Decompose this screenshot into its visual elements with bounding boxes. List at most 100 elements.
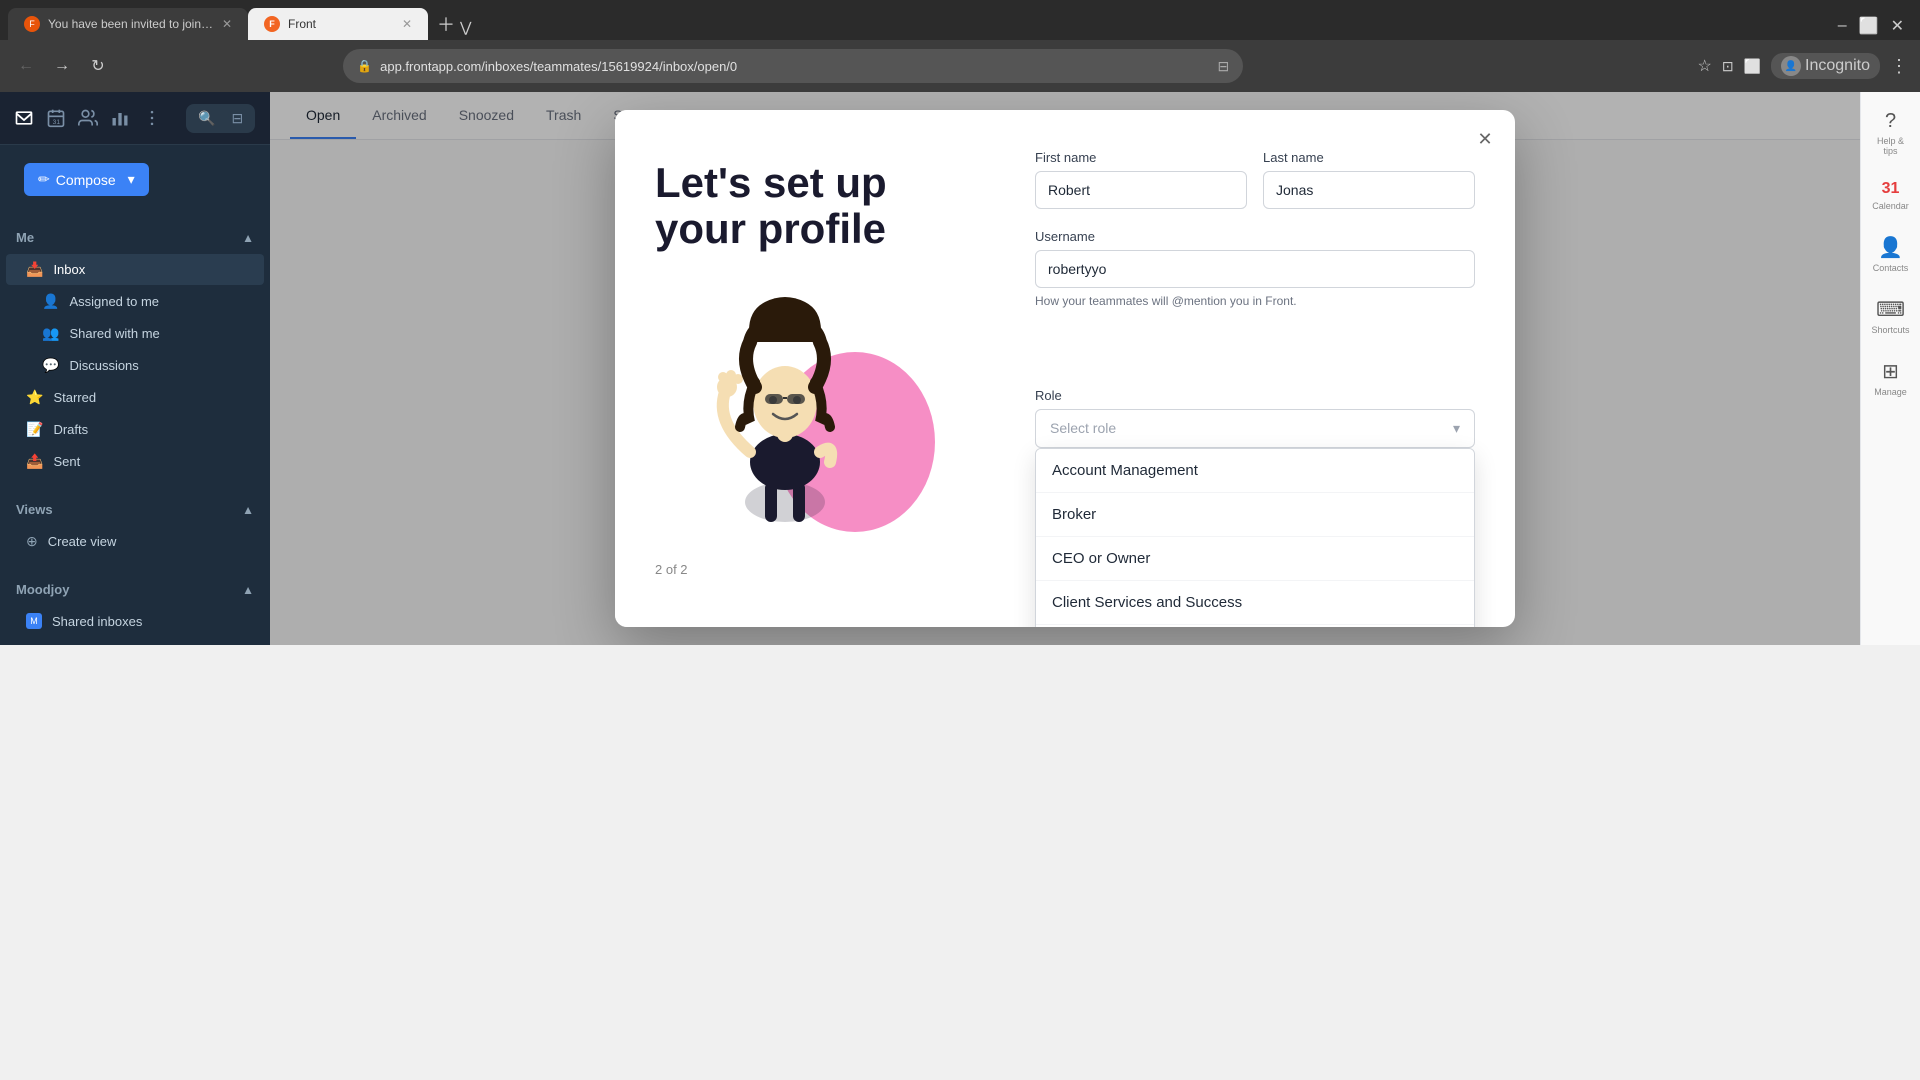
shared-icon: 👥 bbox=[42, 325, 59, 342]
manage-icon: ⊞ bbox=[1882, 359, 1899, 384]
browser-tab-2[interactable]: F Front ✕ bbox=[248, 8, 428, 40]
moodjoy-section-toggle[interactable]: ▲ bbox=[242, 583, 254, 597]
moodjoy-section-title: Moodjoy bbox=[16, 582, 69, 597]
menu-icon[interactable]: ⋮ bbox=[1890, 56, 1908, 77]
role-option-client-services[interactable]: Client Services and Success bbox=[1036, 581, 1474, 625]
assigned-icon: 👤 bbox=[42, 293, 59, 310]
starred-label: Starred bbox=[53, 390, 96, 405]
me-section-header[interactable]: Me ▲ bbox=[0, 222, 270, 253]
sidebar-item-shared-inboxes[interactable]: M Shared inboxes bbox=[6, 606, 264, 636]
calendar-icon: 31 bbox=[1882, 180, 1900, 198]
views-section-title: Views bbox=[16, 502, 53, 517]
last-name-group: Last name bbox=[1263, 150, 1475, 209]
people-app-icon[interactable] bbox=[78, 102, 98, 134]
more-app-icon[interactable] bbox=[142, 102, 162, 134]
browser-tabs: F You have been invited to join Fro... ✕… bbox=[0, 0, 1920, 40]
discussions-label: Discussions bbox=[69, 358, 138, 373]
sidebar-item-sent[interactable]: 📤 Sent bbox=[6, 446, 264, 477]
role-option-broker[interactable]: Broker bbox=[1036, 493, 1474, 537]
calendar-label: Calendar bbox=[1872, 201, 1909, 211]
modal-close-button[interactable]: ✕ bbox=[1471, 126, 1499, 154]
role-option-account-management[interactable]: Account Management bbox=[1036, 449, 1474, 493]
search-bar[interactable]: 🔍 ⊟ bbox=[186, 104, 255, 133]
right-panel-help[interactable]: ? Help & tips bbox=[1865, 102, 1917, 164]
starred-icon: ⭐ bbox=[26, 389, 43, 406]
modal-title: Let's set up your profile bbox=[655, 160, 955, 252]
back-button[interactable]: ← bbox=[12, 52, 40, 80]
address-bar[interactable]: 🔒 app.frontapp.com/inboxes/teammates/156… bbox=[343, 49, 1243, 83]
create-view-icon: ⊕ bbox=[26, 533, 38, 550]
right-panel-manage[interactable]: ⊞ Manage bbox=[1865, 351, 1917, 405]
role-select-wrapper: Select role ▾ Account Management Broker … bbox=[1035, 409, 1475, 448]
assigned-label: Assigned to me bbox=[69, 294, 159, 309]
views-section-header[interactable]: Views ▲ bbox=[0, 494, 270, 525]
sidebar-item-create-view[interactable]: ⊕ Create view bbox=[6, 526, 264, 557]
sidebar-item-discussions[interactable]: 💬 Discussions bbox=[6, 350, 264, 381]
username-group: Username How your teammates will @mentio… bbox=[1035, 229, 1475, 368]
bookmark-icon[interactable]: ☆ bbox=[1698, 56, 1712, 76]
first-name-label: First name bbox=[1035, 150, 1247, 165]
browser-tab-1[interactable]: F You have been invited to join Fro... ✕ bbox=[8, 8, 248, 40]
search-filter-icon[interactable]: ⊟ bbox=[231, 110, 243, 127]
username-input[interactable] bbox=[1035, 250, 1475, 288]
sidebar-item-shared[interactable]: 👥 Shared with me bbox=[6, 318, 264, 349]
close-button[interactable]: ✕ bbox=[1891, 16, 1904, 36]
discussions-icon: 💬 bbox=[42, 357, 59, 374]
shared-label: Shared with me bbox=[69, 326, 159, 341]
compose-dropdown-arrow: ▾ bbox=[128, 171, 135, 188]
role-option-customer-support[interactable]: Customer Support bbox=[1036, 625, 1474, 628]
right-panel-contacts[interactable]: 👤 Contacts bbox=[1865, 227, 1917, 281]
drafts-icon: 📝 bbox=[26, 421, 43, 438]
inbox-app-icon[interactable] bbox=[14, 102, 34, 134]
shared-inboxes-icon: M bbox=[26, 613, 42, 629]
me-section-title: Me bbox=[16, 230, 34, 245]
help-tips-icon: ? bbox=[1885, 110, 1896, 133]
role-dropdown: Account Management Broker CEO or Owner C… bbox=[1035, 448, 1475, 628]
profile-setup-modal: Let's set up your profile bbox=[615, 110, 1515, 627]
modal-overlay: Let's set up your profile bbox=[270, 92, 1860, 645]
incognito-badge: 👤 Incognito bbox=[1771, 53, 1880, 79]
page-indicator: 2 of 2 bbox=[655, 562, 955, 577]
calendar-app-icon[interactable]: 31 bbox=[46, 102, 66, 134]
maximize-button[interactable]: ⬜ bbox=[1859, 16, 1879, 36]
ext-icon-2[interactable]: ⬜ bbox=[1744, 58, 1761, 75]
tab-1-favicon: F bbox=[24, 16, 40, 32]
role-select-button[interactable]: Select role ▾ bbox=[1035, 409, 1475, 448]
last-name-input[interactable] bbox=[1263, 171, 1475, 209]
forward-button[interactable]: → bbox=[48, 52, 76, 80]
chart-app-icon[interactable] bbox=[110, 102, 130, 134]
moodjoy-section-header[interactable]: Moodjoy ▲ bbox=[0, 574, 270, 605]
compose-button[interactable]: ✏ Compose ▾ bbox=[24, 163, 149, 196]
views-section-toggle[interactable]: ▲ bbox=[242, 503, 254, 517]
shortcuts-icon: ⌨ bbox=[1876, 297, 1905, 322]
shared-inboxes-label: Shared inboxes bbox=[52, 614, 142, 629]
first-name-group: First name bbox=[1035, 150, 1247, 209]
ext-icon-1[interactable]: ⊡ bbox=[1722, 58, 1734, 75]
tab-2-label: Front bbox=[288, 17, 316, 31]
sidebar-item-drafts[interactable]: 📝 Drafts bbox=[6, 414, 264, 445]
incognito-avatar: 👤 bbox=[1781, 56, 1801, 76]
tab-1-close[interactable]: ✕ bbox=[222, 17, 232, 31]
incognito-label: Incognito bbox=[1805, 57, 1870, 75]
search-icon: 🔍 bbox=[198, 110, 215, 127]
help-tips-label: Help & tips bbox=[1871, 136, 1911, 156]
me-section-toggle[interactable]: ▲ bbox=[242, 231, 254, 245]
sidebar-item-assigned[interactable]: 👤 Assigned to me bbox=[6, 286, 264, 317]
new-tab-button[interactable]: ＋ bbox=[432, 10, 460, 38]
reload-button[interactable]: ↻ bbox=[84, 52, 112, 80]
sidebar-item-inbox[interactable]: 📥 Inbox bbox=[6, 254, 264, 285]
first-name-input[interactable] bbox=[1035, 171, 1247, 209]
svg-text:31: 31 bbox=[53, 119, 61, 126]
right-panel-shortcuts[interactable]: ⌨ Shortcuts bbox=[1865, 289, 1917, 343]
me-section: Me ▲ 📥 Inbox 👤 Assigned to me 👥 Shared w… bbox=[0, 214, 270, 486]
filter-icon: ⊟ bbox=[1217, 58, 1229, 75]
minimize-button[interactable]: – bbox=[1838, 17, 1847, 35]
contacts-icon: 👤 bbox=[1878, 235, 1903, 260]
role-option-ceo[interactable]: CEO or Owner bbox=[1036, 537, 1474, 581]
right-panel-calendar[interactable]: 31 Calendar bbox=[1865, 172, 1917, 219]
browser-toolbar: ← → ↻ 🔒 app.frontapp.com/inboxes/teammat… bbox=[0, 40, 1920, 92]
tab-2-close[interactable]: ✕ bbox=[402, 17, 412, 31]
contacts-label: Contacts bbox=[1873, 263, 1909, 273]
main-content-area: Open Archived Snoozed Trash Spam Let's s… bbox=[270, 92, 1860, 645]
sidebar-item-starred[interactable]: ⭐ Starred bbox=[6, 382, 264, 413]
